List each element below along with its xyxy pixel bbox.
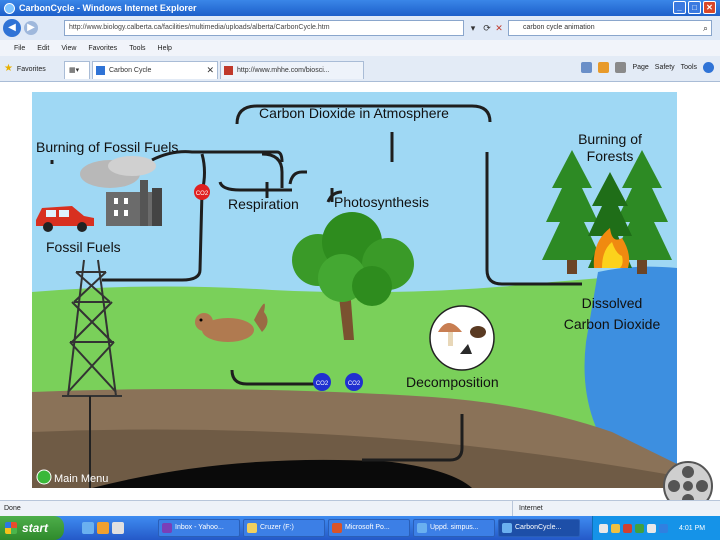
feeds-icon[interactable]	[598, 62, 610, 73]
status-text: Done	[4, 505, 21, 512]
desktop-quicklaunch-icon[interactable]	[112, 522, 124, 534]
folder-icon	[247, 523, 257, 533]
tab-bar: ★ Favorites ▦▾ Carbon Cycle ✕ http://www…	[0, 56, 720, 82]
menu-bar: File Edit View Favorites Tools Help	[0, 40, 720, 56]
label-photosynthesis: Photosynthesis	[334, 194, 429, 210]
label-atmosphere: Carbon Dioxide in Atmosphere	[259, 105, 449, 121]
taskbar-label: Uppd. simpus...	[430, 524, 479, 531]
tray-icon[interactable]	[647, 523, 656, 533]
menu-edit[interactable]: Edit	[37, 45, 49, 52]
search-input[interactable]: carbon cycle animation ⌕	[508, 20, 712, 36]
carbon-cycle-diagram: CO2 CO2 CO2 Carbon Dioxide in Atmosphere…	[32, 92, 677, 488]
taskbar-label: Cruzer (F:)	[260, 524, 294, 531]
label-dissolved-2: Carbon Dioxide	[564, 316, 661, 332]
label-fossil-fuels: Fossil Fuels	[46, 239, 121, 255]
forward-button[interactable]: ▶	[24, 21, 38, 35]
security-zone: Internet	[512, 501, 543, 516]
home-icon[interactable]	[581, 62, 593, 73]
page-icon	[96, 66, 105, 75]
main-menu-label: Main Menu	[54, 473, 108, 485]
yahoo-icon	[162, 523, 172, 533]
menu-favorites[interactable]: Favorites	[88, 45, 117, 52]
taskbar-button-uppd[interactable]: Uppd. simpus...	[413, 519, 495, 537]
address-toolbar: ◀ ▶ http://www.biology.calberta.ca/facil…	[0, 16, 720, 40]
tools-menu[interactable]: Tools	[681, 64, 697, 71]
taskbar-button-cruzer[interactable]: Cruzer (F:)	[243, 519, 325, 537]
label-respiration: Respiration	[228, 196, 299, 212]
menu-help[interactable]: Help	[158, 45, 172, 52]
favorites-label: Favorites	[16, 66, 46, 73]
favorites-button[interactable]: ★ Favorites	[4, 63, 46, 74]
taskbar-button-carboncycle[interactable]: CarbonCycle...	[498, 519, 580, 537]
menu-view[interactable]: View	[61, 45, 76, 52]
label-burning-forests-2: Forests	[587, 148, 634, 164]
window-controls: _ □ ✕	[673, 1, 716, 14]
diagram-canvas: CO2 CO2 CO2 Carbon Dioxide in Atmosphere…	[32, 92, 677, 488]
taskbar-label: CarbonCycle...	[515, 524, 562, 531]
tray-icon[interactable]	[623, 523, 632, 533]
media-quicklaunch-icon[interactable]	[97, 522, 109, 534]
tray-icon[interactable]	[599, 523, 608, 533]
clock: 4:01 PM	[679, 524, 706, 532]
tray-icon[interactable]	[611, 523, 620, 533]
ie-logo-icon	[4, 2, 15, 14]
window-titlebar: CarbonCycle - Windows Internet Explorer …	[0, 0, 720, 16]
tray-icon[interactable]	[659, 523, 668, 533]
address-dropdown-icon[interactable]: ▾	[466, 20, 480, 36]
page-menu[interactable]: Page	[632, 64, 648, 71]
system-tray: 4:01 PM	[592, 516, 720, 540]
ie-quicklaunch-icon[interactable]	[82, 522, 94, 534]
label-burning-forests-1: Burning of	[578, 131, 642, 147]
safety-menu[interactable]: Safety	[655, 64, 675, 71]
minimize-button[interactable]: _	[673, 1, 686, 14]
command-bar: Page Safety Tools	[581, 62, 714, 73]
co2-label: CO2	[316, 381, 329, 387]
status-bar: Done Internet	[0, 500, 720, 516]
main-menu-button[interactable]: Main Menu	[36, 469, 108, 485]
maximize-button[interactable]: □	[688, 1, 701, 14]
search-icon[interactable]: ⌕	[703, 21, 708, 35]
powerpoint-icon	[332, 523, 342, 533]
favorites-star-icon: ★	[4, 63, 13, 74]
label-decomposition: Decomposition	[406, 374, 499, 390]
tab-label: http://www.mhhe.com/biosci...	[237, 67, 330, 74]
taskbar-button-powerpoint[interactable]: Microsoft Po...	[328, 519, 410, 537]
co2-label: CO2	[348, 381, 361, 387]
page-icon	[224, 66, 233, 75]
quick-tabs-button[interactable]: ▦▾	[64, 61, 90, 79]
taskbar: start Inbox - Yahoo... Cruzer (F:) Micro…	[0, 516, 720, 540]
taskbar-button-inbox[interactable]: Inbox - Yahoo...	[158, 519, 240, 537]
tab-carbon-cycle[interactable]: Carbon Cycle ✕	[92, 61, 218, 79]
tab-close-icon[interactable]: ✕	[206, 62, 214, 79]
decomposers-illustration	[429, 305, 495, 371]
start-label: start	[22, 521, 49, 535]
print-icon[interactable]	[615, 62, 627, 73]
back-button[interactable]: ◀	[3, 19, 21, 37]
co2-bubble: CO2	[345, 373, 363, 391]
stop-icon[interactable]: ✕	[492, 20, 506, 36]
taskbar-label: Microsoft Po...	[345, 524, 390, 531]
menu-file[interactable]: File	[14, 45, 25, 52]
label-burning-fossil-fuels: Burning of Fossil Fuels	[36, 139, 178, 155]
close-button[interactable]: ✕	[703, 1, 716, 14]
search-value: carbon cycle animation	[523, 24, 595, 31]
ie-icon	[502, 523, 512, 533]
address-input[interactable]: http://www.biology.calberta.ca/facilitie…	[64, 20, 464, 36]
tray-icon[interactable]	[635, 523, 644, 533]
menu-tools[interactable]: Tools	[129, 45, 145, 52]
taskbar-label: Inbox - Yahoo...	[175, 524, 224, 531]
window-title: CarbonCycle - Windows Internet Explorer	[19, 3, 197, 13]
label-dissolved-1: Dissolved	[582, 295, 643, 311]
co2-bubble: CO2	[194, 184, 210, 200]
tab-mhhe[interactable]: http://www.mhhe.com/biosci...	[220, 61, 364, 79]
quick-launch	[82, 522, 124, 534]
co2-label: CO2	[196, 191, 209, 197]
tab-label: Carbon Cycle	[109, 67, 152, 74]
help-icon[interactable]	[703, 62, 714, 73]
start-button[interactable]: start	[0, 516, 64, 540]
windows-flag-icon	[5, 522, 17, 534]
ie-icon	[417, 523, 427, 533]
co2-bubble: CO2	[313, 373, 331, 391]
